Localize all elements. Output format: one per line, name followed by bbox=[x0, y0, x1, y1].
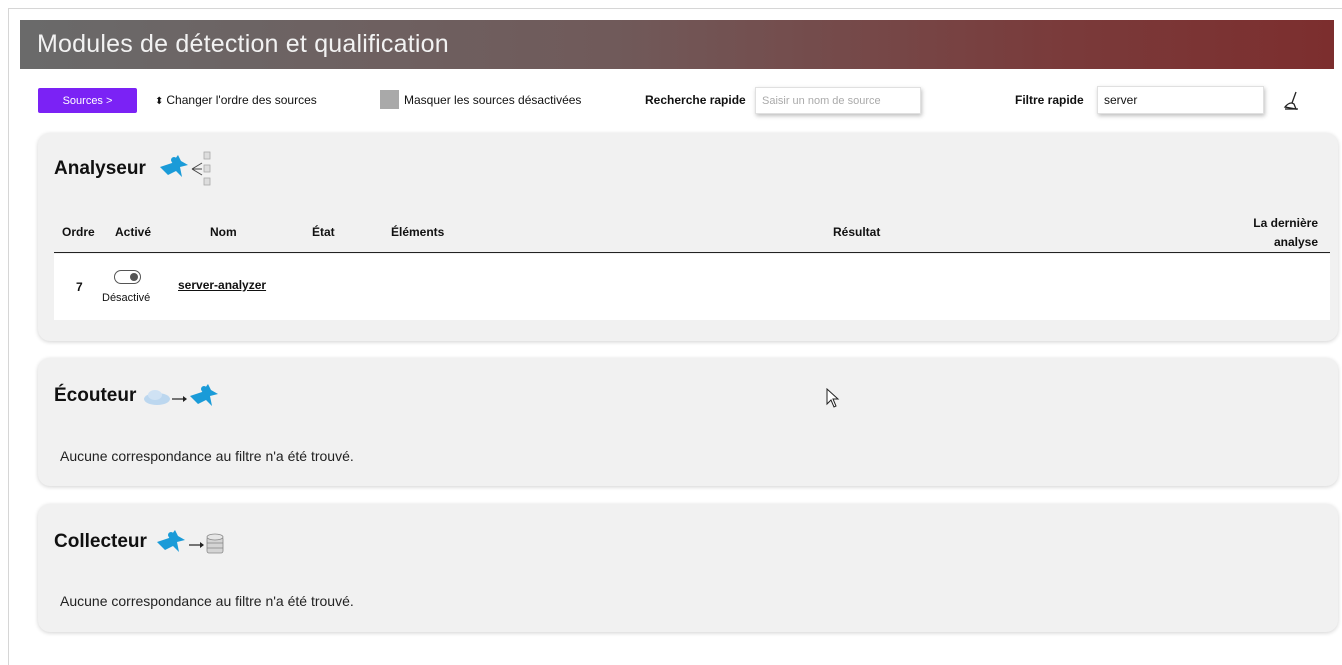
change-order-link[interactable]: ⬍ Changer l'ordre des sources bbox=[155, 93, 317, 107]
col-derniere-line2: analyse bbox=[1273, 235, 1318, 249]
toolbar: Sources > ⬍ Changer l'ordre des sources M… bbox=[20, 70, 1334, 130]
col-ordre: Ordre bbox=[62, 225, 95, 239]
analyseur-title-text: Analyseur bbox=[54, 158, 146, 179]
collector-ninja-database-icon bbox=[156, 530, 224, 554]
col-active: Activé bbox=[115, 225, 152, 239]
ecouteur-panel: Écouteur Aucune correspondance au filtre… bbox=[38, 358, 1338, 486]
col-elements: Éléments bbox=[391, 225, 445, 239]
ecouteur-title: Écouteur bbox=[54, 376, 238, 416]
active-toggle[interactable] bbox=[114, 270, 141, 284]
hide-disabled-checkbox[interactable] bbox=[380, 90, 399, 109]
quick-search-label: Recherche rapide bbox=[645, 93, 746, 107]
change-order-label: Changer l'ordre des sources bbox=[166, 93, 317, 107]
col-derniere-line1: La dernière bbox=[1253, 216, 1318, 230]
ecouteur-empty-message: Aucune correspondance au filtre n'a été … bbox=[60, 448, 354, 464]
col-nom: Nom bbox=[210, 225, 237, 239]
col-resultat: Résultat bbox=[833, 225, 881, 239]
listener-cloud-ninja-icon bbox=[144, 384, 219, 406]
col-etat: État bbox=[312, 225, 335, 239]
page-title: Modules de détection et qualification bbox=[20, 20, 1334, 69]
analyseur-title: Analyseur bbox=[54, 145, 252, 193]
active-state-label: Désactivé bbox=[102, 292, 151, 304]
table-row: 7 Désactivé server-analyzer bbox=[54, 254, 1330, 320]
quick-filter-input[interactable] bbox=[1097, 86, 1264, 114]
analyseur-panel: Analyseur Ordre Activé Nom État Éléments… bbox=[38, 133, 1338, 341]
collecteur-title: Collecteur bbox=[54, 522, 249, 562]
toggle-knob bbox=[130, 272, 138, 281]
collecteur-empty-message: Aucune correspondance au filtre n'a été … bbox=[60, 593, 354, 609]
col-derniere-analyse: La dernière analyse bbox=[1253, 214, 1318, 252]
mouse-cursor-icon bbox=[826, 388, 840, 408]
ecouteur-title-text: Écouteur bbox=[54, 385, 137, 406]
source-name-link[interactable]: server-analyzer bbox=[178, 278, 266, 292]
quick-filter-label: Filtre rapide bbox=[1015, 93, 1084, 107]
collecteur-panel: Collecteur Aucune correspondance au filt… bbox=[38, 504, 1338, 632]
quick-search-input[interactable] bbox=[755, 87, 921, 114]
collecteur-title-text: Collecteur bbox=[54, 531, 147, 552]
hide-disabled-toggle[interactable]: Masquer les sources désactivées bbox=[380, 90, 581, 109]
analyzer-ninja-icon bbox=[159, 151, 211, 186]
row-ordre: 7 bbox=[76, 280, 83, 294]
sort-arrows-icon: ⬍ bbox=[155, 96, 164, 107]
sources-button[interactable]: Sources > bbox=[38, 88, 137, 113]
analyseur-table-header: Ordre Activé Nom État Éléments Résultat … bbox=[54, 211, 1330, 253]
hide-disabled-label: Masquer les sources désactivées bbox=[404, 92, 582, 107]
broom-icon[interactable] bbox=[1282, 90, 1302, 112]
